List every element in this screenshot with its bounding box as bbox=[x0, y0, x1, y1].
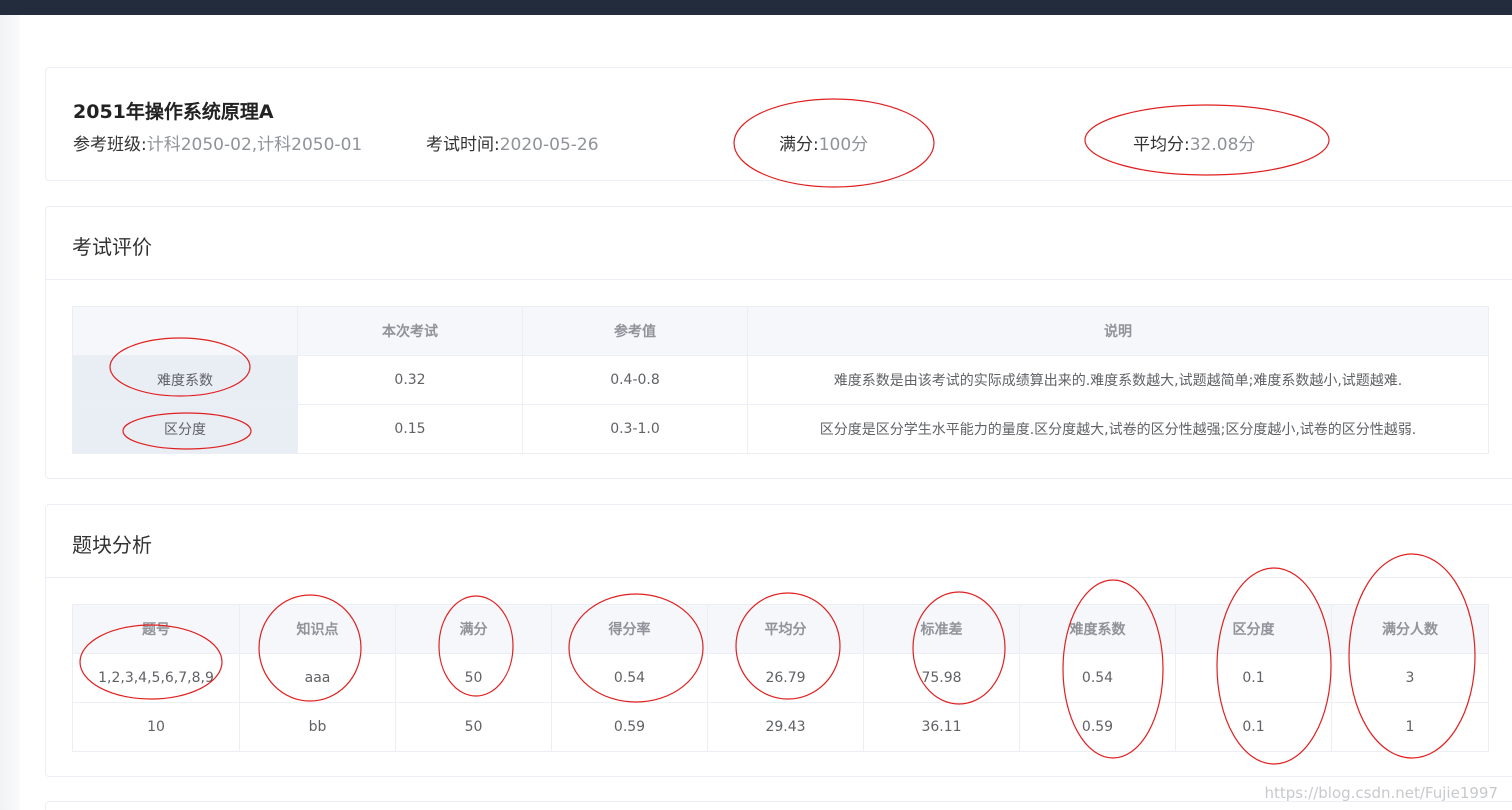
full-score-value: 100分 bbox=[818, 135, 869, 155]
watermark: https://blog.csdn.net/Fujie1997 bbox=[1264, 784, 1498, 802]
exam-summary-card: 2051年操作系统原理A 参考班级:计科2050-02,计科2050-01 考试… bbox=[45, 67, 1512, 181]
evaluation-col-current: 本次考试 bbox=[297, 306, 523, 356]
classes-value: 计科2050-02,计科2050-01 bbox=[146, 135, 363, 155]
block-analysis-card: 题块分析 题号 知识点 满分 得分率 平均分 标准差 难度系数 区分度 满分人数… bbox=[45, 504, 1512, 777]
block-analysis-card-header: 题块分析 bbox=[46, 505, 1512, 578]
cell-current: 0.15 bbox=[297, 404, 523, 454]
time-value: 2020-05-26 bbox=[499, 135, 599, 155]
col-std-dev: 标准差 bbox=[863, 604, 1020, 654]
table-row: 10 bb 50 0.59 29.43 36.11 0.59 0.1 1 bbox=[72, 702, 1489, 752]
cell-reference: 0.3-1.0 bbox=[522, 404, 748, 454]
table-row: 1,2,3,4,5,6,7,8,9 aaa 50 0.54 26.79 75.9… bbox=[72, 653, 1489, 703]
cell-description: 区分度是区分学生水平能力的量度.区分度越大,试卷的区分性越强;区分度越小,试卷的… bbox=[747, 404, 1489, 454]
cell-discrimination: 0.1 bbox=[1175, 702, 1332, 752]
time-label: 考试时间: bbox=[426, 135, 500, 155]
col-score-rate: 得分率 bbox=[551, 604, 708, 654]
cell-knowledge-point: aaa bbox=[239, 653, 396, 703]
cell-score-rate: 0.59 bbox=[551, 702, 708, 752]
col-knowledge-point: 知识点 bbox=[239, 604, 396, 654]
evaluation-col-reference: 参考值 bbox=[522, 306, 748, 356]
exam-title: 2051年操作系统原理A bbox=[73, 101, 274, 123]
cell-std-dev: 75.98 bbox=[863, 653, 1020, 703]
participating-classes: 参考班级:计科2050-02,计科2050-01 bbox=[73, 130, 362, 155]
average-score-value: 32.08分 bbox=[1189, 135, 1256, 155]
cell-current: 0.32 bbox=[297, 355, 523, 405]
cell-question-no: 10 bbox=[72, 702, 240, 752]
cell-discrimination: 0.1 bbox=[1175, 653, 1332, 703]
cell-reference: 0.4-0.8 bbox=[522, 355, 748, 405]
cell-difficulty: 0.59 bbox=[1019, 702, 1176, 752]
block-header-row: 题号 知识点 满分 得分率 平均分 标准差 难度系数 区分度 满分人数 bbox=[72, 604, 1489, 654]
block-analysis-table: 题号 知识点 满分 得分率 平均分 标准差 难度系数 区分度 满分人数 1,2,… bbox=[72, 604, 1489, 752]
exam-time: 考试时间:2020-05-26 bbox=[426, 130, 599, 155]
average-score: 平均分:32.08分 bbox=[1133, 130, 1255, 155]
full-score-label: 满分: bbox=[779, 135, 819, 155]
table-row: 区分度 0.15 0.3-1.0 区分度是区分学生水平能力的量度.区分度越大,试… bbox=[72, 404, 1489, 454]
block-analysis-title: 题块分析 bbox=[72, 533, 152, 557]
exam-evaluation-card: 考试评价 本次考试 参考值 说明 难度系数 0.32 0.4-0.8 难度系数是… bbox=[45, 206, 1512, 479]
cell-full-score: 50 bbox=[395, 702, 552, 752]
row-label-difficulty: 难度系数 bbox=[72, 355, 298, 405]
top-navigation-bar bbox=[0, 0, 1512, 15]
row-label-discrimination: 区分度 bbox=[72, 404, 298, 454]
evaluation-table: 本次考试 参考值 说明 难度系数 0.32 0.4-0.8 难度系数是由该考试的… bbox=[72, 306, 1489, 454]
col-question-no: 题号 bbox=[72, 604, 240, 654]
full-score: 满分:100分 bbox=[779, 130, 868, 155]
cell-difficulty: 0.54 bbox=[1019, 653, 1176, 703]
col-discrimination: 区分度 bbox=[1175, 604, 1332, 654]
cell-std-dev: 36.11 bbox=[863, 702, 1020, 752]
cell-knowledge-point: bb bbox=[239, 702, 396, 752]
col-full-score: 满分 bbox=[395, 604, 552, 654]
evaluation-title: 考试评价 bbox=[72, 235, 152, 259]
col-difficulty: 难度系数 bbox=[1019, 604, 1176, 654]
cell-description: 难度系数是由该考试的实际成绩算出来的.难度系数越大,试题越简单;难度系数越小,试… bbox=[747, 355, 1489, 405]
left-sidebar-edge bbox=[0, 15, 20, 810]
cell-average: 26.79 bbox=[707, 653, 864, 703]
cell-score-rate: 0.54 bbox=[551, 653, 708, 703]
evaluation-col-description: 说明 bbox=[747, 306, 1489, 356]
cell-average: 29.43 bbox=[707, 702, 864, 752]
cell-full-count: 3 bbox=[1331, 653, 1489, 703]
cell-question-no: 1,2,3,4,5,6,7,8,9 bbox=[72, 653, 240, 703]
cell-full-count: 1 bbox=[1331, 702, 1489, 752]
col-full-count: 满分人数 bbox=[1331, 604, 1489, 654]
cell-full-score: 50 bbox=[395, 653, 552, 703]
col-average: 平均分 bbox=[707, 604, 864, 654]
evaluation-col-blank bbox=[72, 306, 298, 356]
average-score-label: 平均分: bbox=[1133, 135, 1190, 155]
evaluation-card-header: 考试评价 bbox=[46, 207, 1512, 280]
next-card bbox=[45, 801, 1512, 810]
classes-label: 参考班级: bbox=[73, 135, 147, 155]
evaluation-header-row: 本次考试 参考值 说明 bbox=[72, 306, 1489, 356]
table-row: 难度系数 0.32 0.4-0.8 难度系数是由该考试的实际成绩算出来的.难度系… bbox=[72, 355, 1489, 405]
